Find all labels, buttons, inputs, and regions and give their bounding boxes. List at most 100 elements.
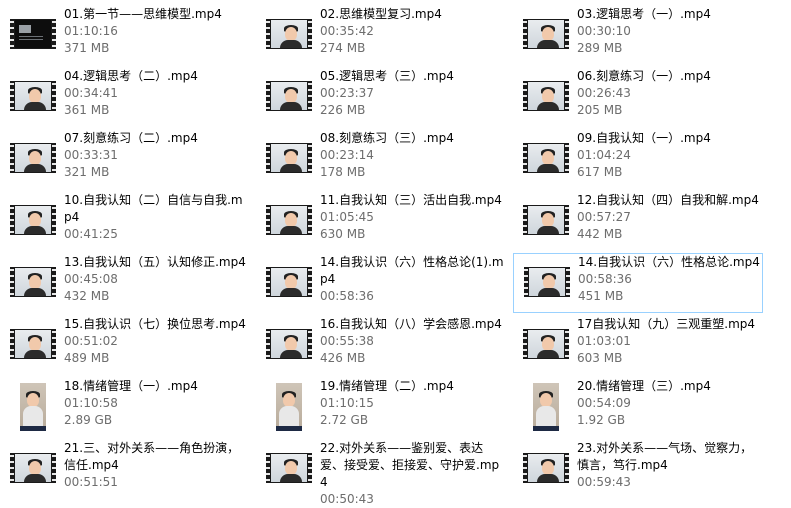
file-duration: 00:35:42 [320,24,374,38]
file-item[interactable]: 07.刻意练习（二）.mp4 00:33:31 321 MB [0,130,250,190]
file-name: 09.自我认知（一）.mp4 [577,131,711,145]
thumbnail-person-head [542,151,554,165]
thumbnail-frame [15,82,51,110]
file-duration: 00:23:14 [320,148,374,162]
thumbnail-frame [533,383,559,431]
video-thumbnail-icon [523,205,569,235]
file-meta: 04.逻辑思考（二）.mp4 00:34:41 361 MB [64,68,248,119]
thumbnail-person-body [280,474,302,482]
file-item[interactable]: 06.刻意练习（一）.mp4 00:26:43 205 MB [513,68,763,128]
file-item[interactable]: 13.自我认知（五）认知修正.mp4 00:45:08 432 MB [0,254,250,314]
file-item[interactable]: 19.情绪管理（二）.mp4 01:10:15 2.72 GB [256,378,506,438]
video-thumbnail-icon [266,81,312,111]
file-duration: 01:10:15 [320,396,374,410]
file-meta: 19.情绪管理（二）.mp4 01:10:15 2.72 GB [320,378,504,429]
thumbnail-frame [528,82,564,110]
video-thumbnail-icon [10,143,56,173]
video-thumbnail-icon [10,267,56,297]
file-duration: 00:34:41 [64,86,118,100]
file-meta: 22.对外关系——鉴别爱、表达爱、接受爱、拒接爱、守护爱.mp4 00:50:43 [320,440,504,508]
file-item[interactable]: 03.逻辑思考（一）.mp4 00:30:10 289 MB [513,6,763,66]
video-thumbnail-icon [10,329,56,359]
video-thumbnail-icon [10,81,56,111]
file-item[interactable]: 14.自我认识（六）性格总论(1).mp4 00:58:36 [256,254,506,314]
video-thumbnail-icon [10,205,56,235]
file-item[interactable]: 17自我认知（九）三观重塑.mp4 01:03:01 603 MB [513,316,763,376]
file-duration: 00:54:09 [577,396,631,410]
file-duration: 00:45:08 [64,272,118,286]
thumbnail-person-head [542,337,554,351]
file-item[interactable]: 21.三、对外关系——角色扮演，信任.mp4 00:51:51 [0,440,250,500]
thumbnail-strip [276,426,302,431]
file-item[interactable]: 10.自我认知（二）自信与自我.mp4 00:41:25 [0,192,250,252]
file-meta: 11.自我认知（三）活出自我.mp4 01:05:45 630 MB [320,192,504,243]
file-item[interactable]: 02.思维模型复习.mp4 00:35:42 274 MB [256,6,506,66]
file-name: 14.自我认识（六）性格总论.mp4 [578,255,760,269]
file-size: 205 MB [577,103,623,117]
file-duration: 00:58:36 [578,272,632,286]
thumbnail-frame [271,82,307,110]
file-item[interactable]: 23.对外关系——气场、觉察力，慎言，笃行.mp4 00:59:43 [513,440,763,500]
video-thumbnail-icon [10,453,56,483]
thumbnail-person-body [537,226,559,234]
file-item[interactable]: 16.自我认知（八）学会感恩.mp4 00:55:38 426 MB [256,316,506,376]
file-meta: 05.逻辑思考（三）.mp4 00:23:37 226 MB [320,68,504,119]
video-thumbnail-icon [523,143,569,173]
file-name: 18.情绪管理（一）.mp4 [64,379,198,393]
thumbnail-person-body [538,288,560,296]
file-size: 2.89 GB [64,413,113,427]
file-duration: 01:10:58 [64,396,118,410]
file-item[interactable]: 04.逻辑思考（二）.mp4 00:34:41 361 MB [0,68,250,128]
file-meta: 10.自我认知（二）自信与自我.mp4 00:41:25 [64,192,248,243]
file-item[interactable]: 11.自我认知（三）活出自我.mp4 01:05:45 630 MB [256,192,506,252]
thumbnail-person-head [27,393,39,407]
thumbnail-person-body [537,40,559,48]
thumbnail-frame [15,144,51,172]
file-name: 07.刻意练习（二）.mp4 [64,131,198,145]
file-item[interactable]: 20.情绪管理（三）.mp4 00:54:09 1.92 GB [513,378,763,438]
thumbnail-person-body [537,474,559,482]
thumbnail-person-body [24,474,46,482]
file-item[interactable]: 14.自我认识（六）性格总论.mp4 00:58:36 451 MB [513,253,763,313]
file-item[interactable]: 12.自我认知（四）自我和解.mp4 00:57:27 442 MB [513,192,763,252]
file-name: 08.刻意练习（三）.mp4 [320,131,454,145]
file-name: 05.逻辑思考（三）.mp4 [320,69,454,83]
thumbnail-person-body [537,102,559,110]
thumbnail-frame [15,454,51,482]
file-item[interactable]: 08.刻意练习（三）.mp4 00:23:14 178 MB [256,130,506,190]
file-name: 02.思维模型复习.mp4 [320,7,442,21]
file-item[interactable]: 18.情绪管理（一）.mp4 01:10:58 2.89 GB [0,378,250,438]
file-duration: 00:26:43 [577,86,631,100]
video-thumbnail-icon [276,383,302,431]
file-item[interactable]: 09.自我认知（一）.mp4 01:04:24 617 MB [513,130,763,190]
file-item[interactable]: 15.自我认识（七）换位思考.mp4 00:51:02 489 MB [0,316,250,376]
video-thumbnail-icon [266,453,312,483]
file-size: 2.72 GB [320,413,369,427]
file-duration: 00:51:02 [64,334,118,348]
video-thumbnail-icon [266,19,312,49]
file-meta: 14.自我认识（六）性格总论.mp4 00:58:36 451 MB [578,254,762,305]
file-item[interactable]: 22.对外关系——鉴别爱、表达爱、接受爱、拒接爱、守护爱.mp4 00:50:43 [256,440,506,506]
file-meta: 18.情绪管理（一）.mp4 01:10:58 2.89 GB [64,378,248,429]
file-meta: 01.第一节——思维模型.mp4 01:10:16 371 MB [64,6,248,57]
file-duration: 00:55:38 [320,334,374,348]
file-name: 11.自我认知（三）活出自我.mp4 [320,193,502,207]
thumbnail-person-head [29,151,41,165]
file-name: 21.三、对外关系——角色扮演，信任.mp4 [64,441,240,472]
thumbnail-frame [15,330,51,358]
video-thumbnail-icon [266,143,312,173]
file-item[interactable]: 05.逻辑思考（三）.mp4 00:23:37 226 MB [256,68,506,128]
file-duration: 00:58:36 [320,289,374,303]
file-name: 15.自我认识（七）换位思考.mp4 [64,317,246,331]
thumbnail-person-body [24,288,46,296]
file-meta: 09.自我认知（一）.mp4 01:04:24 617 MB [577,130,761,181]
file-name: 04.逻辑思考（二）.mp4 [64,69,198,83]
thumbnail-person-head [542,461,554,475]
file-item[interactable]: 01.第一节——思维模型.mp4 01:10:16 371 MB [0,6,250,66]
file-size: 371 MB [64,41,110,55]
file-size: 451 MB [578,289,624,303]
thumbnail-text-lines [19,36,43,42]
file-meta: 15.自我认识（七）换位思考.mp4 00:51:02 489 MB [64,316,248,367]
thumbnail-frame [271,454,307,482]
thumbnail-person-body [280,164,302,172]
